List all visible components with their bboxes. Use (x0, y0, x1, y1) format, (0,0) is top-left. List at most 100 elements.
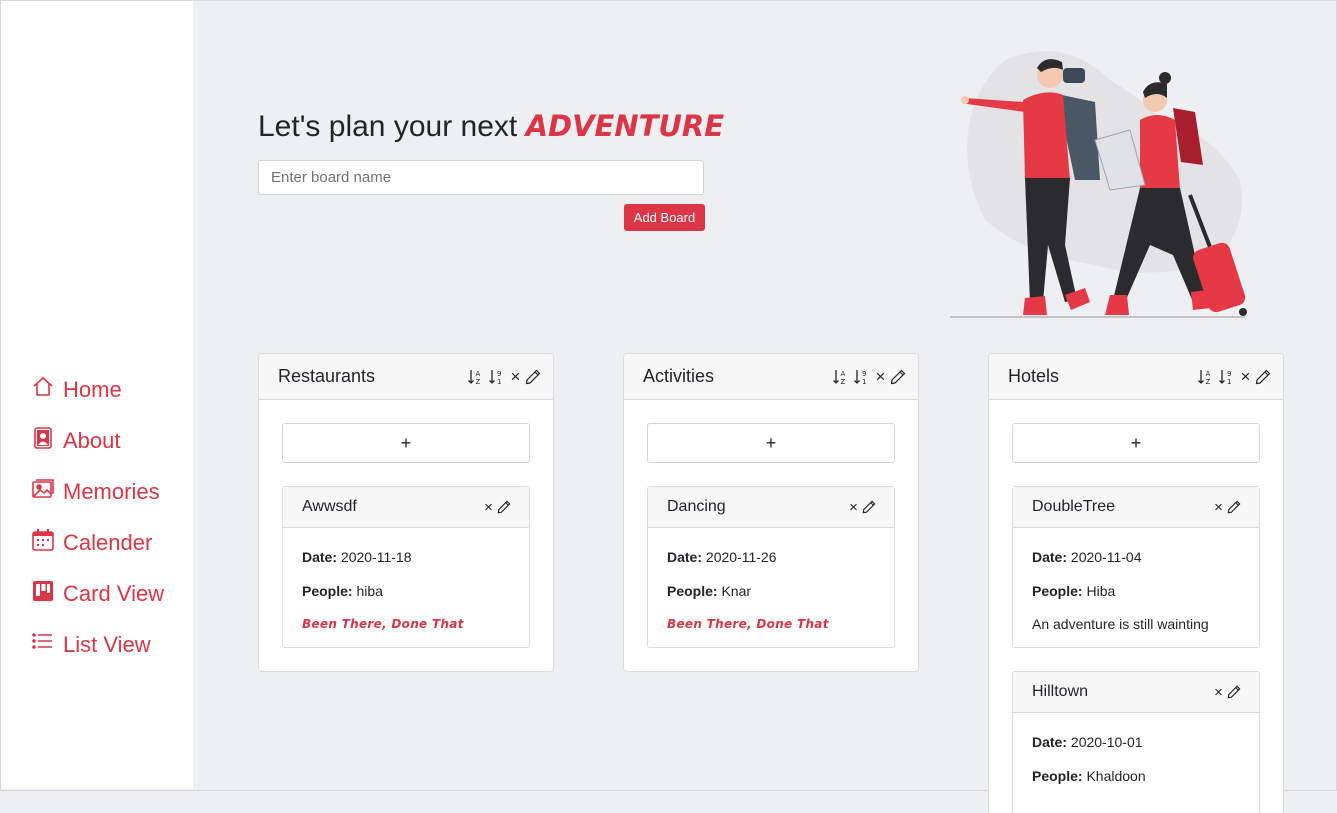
date-value: 2020-10-01 (1070, 734, 1143, 750)
people-label: People: (1032, 583, 1083, 599)
card-header: DoubleTree × (1013, 487, 1259, 528)
edit-pencil-icon[interactable] (862, 500, 876, 514)
list-icon (31, 630, 55, 654)
card-title: Hilltown (1032, 683, 1089, 700)
sort-numeric-icon[interactable]: 91 (488, 368, 506, 386)
sidebar-item-label: Home (63, 377, 122, 402)
sidebar: Home About Memories Calender Card View L… (1, 1, 193, 789)
add-card-button[interactable]: + (282, 423, 530, 463)
column-body: + Awwsdf × Date: 2020-11-18 People: hiba… (259, 400, 553, 671)
svg-text:1: 1 (862, 378, 866, 386)
sort-numeric-icon[interactable]: 91 (1218, 368, 1236, 386)
board-column-activities: Activities AZ 91 × + Dancing × Date: 202… (623, 353, 919, 672)
date-value: 2020-11-18 (340, 549, 412, 565)
svg-text:A: A (1206, 370, 1211, 378)
svg-text:A: A (841, 370, 846, 378)
svg-text:1: 1 (497, 378, 501, 386)
svg-text:9: 9 (497, 370, 501, 378)
edit-pencil-icon[interactable] (1255, 369, 1271, 385)
sidebar-item-about[interactable]: About (31, 424, 164, 475)
card-tools: × (1212, 684, 1241, 701)
kanban-icon (31, 579, 55, 603)
column-tools: AZ 91 × (467, 368, 541, 386)
delete-card-icon[interactable]: × (847, 499, 860, 516)
travelers-illustration (945, 40, 1265, 325)
column-body: + DoubleTree × Date: 2020-11-04 People: … (989, 400, 1283, 813)
card-title: Dancing (667, 498, 726, 515)
card-people: People: Knar (667, 582, 875, 600)
edit-pencil-icon[interactable] (497, 500, 511, 514)
sidebar-item-calender[interactable]: Calender (31, 526, 164, 577)
sidebar-nav: Home About Memories Calender Card View L… (31, 373, 164, 679)
people-label: People: (667, 583, 718, 599)
sidebar-item-list-view[interactable]: List View (31, 628, 164, 679)
delete-column-icon[interactable]: × (1239, 368, 1252, 385)
sidebar-item-memories[interactable]: Memories (31, 475, 164, 526)
card-header: Awwsdf × (283, 487, 529, 528)
column-tools: AZ 91 × (1197, 368, 1271, 386)
sidebar-item-label: About (63, 428, 121, 453)
card-body: Date: 2020-10-01 People: Khaldoon (1013, 713, 1259, 813)
date-value: 2020-11-26 (705, 549, 777, 565)
edit-pencil-icon[interactable] (1227, 685, 1241, 699)
add-card-button[interactable]: + (647, 423, 895, 463)
board-column-hotels: Hotels AZ 91 × + DoubleTree × Date: 2020… (988, 353, 1284, 813)
delete-column-icon[interactable]: × (509, 368, 522, 385)
board-name-input[interactable] (258, 160, 704, 195)
card-tools: × (482, 499, 511, 516)
card-date: Date: 2020-11-26 (667, 548, 875, 566)
add-board-button[interactable]: Add Board (624, 204, 705, 231)
date-label: Date: (302, 549, 338, 565)
sidebar-item-label: Calender (63, 530, 153, 555)
svg-text:9: 9 (862, 370, 866, 378)
column-title: Restaurants (278, 366, 376, 386)
page-title-text: Let's plan your next (258, 110, 518, 143)
delete-column-icon[interactable]: × (874, 368, 887, 385)
people-value: Hiba (1086, 583, 1116, 599)
images-icon (31, 477, 55, 501)
column-title: Activities (643, 366, 715, 386)
adventure-card: Hilltown × Date: 2020-10-01 People: Khal… (1012, 671, 1260, 813)
card-date: Date: 2020-11-04 (1032, 548, 1240, 566)
sort-alpha-icon[interactable]: AZ (1197, 368, 1215, 386)
column-body: + Dancing × Date: 2020-11-26 People: Kna… (624, 400, 918, 671)
card-title: DoubleTree (1032, 498, 1116, 515)
calendar-icon (31, 528, 55, 552)
date-label: Date: (1032, 734, 1068, 750)
delete-card-icon[interactable]: × (1212, 684, 1225, 701)
home-icon (31, 375, 55, 399)
column-header: Hotels AZ 91 × (989, 354, 1283, 400)
sort-alpha-icon[interactable]: AZ (832, 368, 850, 386)
card-status: Been There, Done That (302, 617, 464, 631)
sort-numeric-icon[interactable]: 91 (853, 368, 871, 386)
date-label: Date: (1032, 549, 1068, 565)
card-body: Date: 2020-11-04 People: Hiba An adventu… (1013, 528, 1259, 647)
page-title: Let's plan your next ADVENTURE (258, 106, 724, 147)
adventure-card: Dancing × Date: 2020-11-26 People: Knar … (647, 486, 895, 648)
edit-pencil-icon[interactable] (1227, 500, 1241, 514)
edit-pencil-icon[interactable] (890, 369, 906, 385)
board-column-restaurants: Restaurants AZ 91 × + Awwsdf × Date: 202… (258, 353, 554, 672)
sidebar-item-card-view[interactable]: Card View (31, 577, 164, 628)
delete-card-icon[interactable]: × (482, 499, 495, 516)
edit-pencil-icon[interactable] (525, 369, 541, 385)
card-people: People: hiba (302, 582, 510, 600)
person-badge-icon (31, 426, 55, 450)
svg-text:A: A (476, 370, 481, 378)
date-label: Date: (667, 549, 703, 565)
page-title-accent: ADVENTURE (525, 109, 725, 143)
svg-text:Z: Z (476, 378, 481, 386)
adventure-card: Awwsdf × Date: 2020-11-18 People: hiba B… (282, 486, 530, 648)
card-people: People: Hiba (1032, 582, 1240, 600)
sidebar-item-home[interactable]: Home (31, 373, 164, 424)
date-value: 2020-11-04 (1070, 549, 1142, 565)
svg-text:Z: Z (841, 378, 846, 386)
sidebar-item-label: Memories (63, 479, 160, 504)
sort-alpha-icon[interactable]: AZ (467, 368, 485, 386)
svg-text:1: 1 (1227, 378, 1231, 386)
sidebar-item-label: Card View (63, 581, 165, 606)
people-label: People: (1032, 768, 1083, 784)
add-card-button[interactable]: + (1012, 423, 1260, 463)
delete-card-icon[interactable]: × (1212, 499, 1225, 516)
column-tools: AZ 91 × (832, 368, 906, 386)
